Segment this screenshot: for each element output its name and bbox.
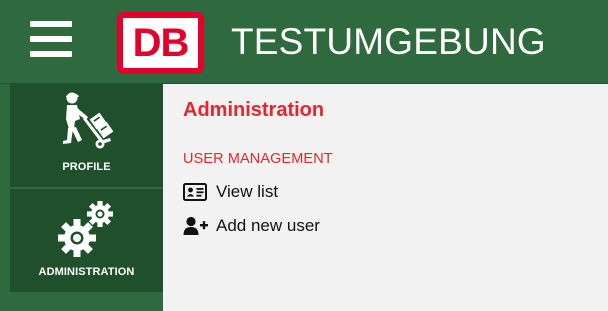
user-plus-icon	[183, 215, 209, 237]
app-window: DB TESTUMGEBUNG PROFILE ADMINISTRATION A…	[0, 0, 608, 311]
main-content: Administration USER MANAGEMENT View list	[163, 84, 608, 311]
add-new-user-label: Add new user	[216, 216, 320, 235]
hamburger-line	[30, 36, 72, 42]
sidebar: PROFILE ADMINISTRATION	[10, 84, 163, 311]
db-logo: DB	[117, 12, 204, 74]
gears-icon	[57, 201, 113, 257]
logo-text: DB	[132, 21, 190, 65]
app-title: TESTUMGEBUNG	[231, 21, 546, 62]
top-bar: DB TESTUMGEBUNG	[0, 0, 608, 84]
add-new-user-link[interactable]: Add new user	[183, 215, 320, 237]
hamburger-line	[30, 21, 72, 27]
id-card-icon	[183, 181, 209, 203]
person-with-hand-truck-icon	[62, 92, 113, 149]
view-list-label: View list	[216, 182, 279, 201]
sidebar-item-profile[interactable]: PROFILE	[10, 84, 163, 187]
hamburger-menu-icon[interactable]	[30, 21, 72, 57]
hamburger-line	[30, 51, 72, 57]
sidebar-item-administration[interactable]: ADMINISTRATION	[10, 189, 163, 292]
view-list-link[interactable]: View list	[183, 181, 278, 203]
sidebar-item-label: PROFILE	[62, 161, 111, 173]
section-heading: USER MANAGEMENT	[183, 151, 333, 167]
sidebar-item-label: ADMINISTRATION	[38, 266, 135, 278]
page-title: Administration	[183, 99, 325, 121]
